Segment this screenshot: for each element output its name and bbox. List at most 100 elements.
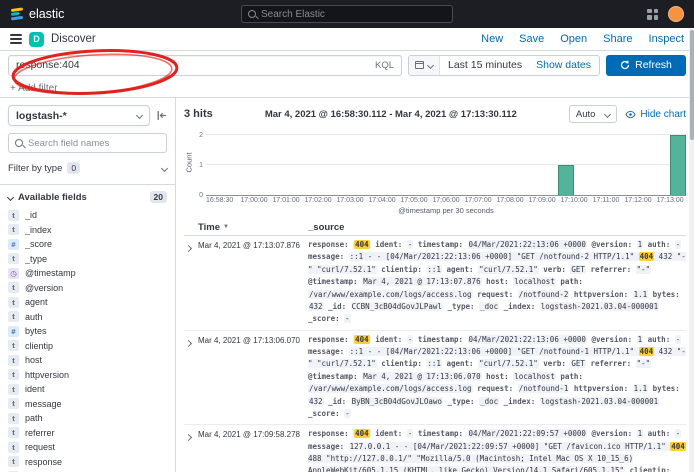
sort-desc-icon[interactable]: ▼ bbox=[223, 224, 229, 230]
available-fields-header[interactable]: Available fields 20 bbox=[8, 191, 167, 203]
field-type-icon: t bbox=[8, 224, 19, 235]
nav-link-inspect[interactable]: Inspect bbox=[649, 33, 684, 45]
field-type-icon: t bbox=[8, 340, 19, 351]
histogram-chart: Count 012 16:58:3017:00:0017:01:0017:02:… bbox=[184, 128, 686, 215]
table-row: Mar 4, 2021 @ 17:13:06.070response: 404 … bbox=[184, 331, 686, 426]
filter-bar: + Add filter bbox=[0, 79, 694, 98]
discover-app-icon[interactable]: D bbox=[29, 32, 44, 47]
histogram-bar[interactable] bbox=[670, 135, 686, 195]
field-type-icon: # bbox=[8, 326, 19, 337]
nav-link-save[interactable]: Save bbox=[519, 33, 544, 45]
field-item-referrer[interactable]: treferrer bbox=[8, 426, 167, 441]
hide-chart-button[interactable]: Hide chart bbox=[625, 109, 686, 120]
refresh-button[interactable]: Refresh bbox=[606, 55, 686, 76]
header-icons bbox=[647, 6, 684, 22]
available-fields-count-badge: 20 bbox=[150, 191, 167, 203]
user-avatar[interactable] bbox=[668, 6, 684, 22]
discover-main: 3 hits Mar 4, 2021 @ 16:58:30.112 - Mar … bbox=[176, 98, 694, 472]
column-header-source[interactable]: _source bbox=[308, 222, 686, 233]
chevron-down-icon bbox=[427, 61, 434, 68]
field-type-icon: t bbox=[8, 210, 19, 221]
show-dates-button[interactable]: Show dates bbox=[536, 59, 599, 71]
time-range-value[interactable]: Last 15 minutes bbox=[440, 59, 530, 71]
nav-link-new[interactable]: New bbox=[481, 33, 503, 45]
fields-sidebar: logstash-* Filter by type 0 Ava bbox=[0, 98, 176, 472]
nav-link-open[interactable]: Open bbox=[560, 33, 587, 45]
elastic-home-link[interactable]: elastic bbox=[10, 7, 64, 21]
field-item-request[interactable]: trequest bbox=[8, 440, 167, 455]
field-type-icon: t bbox=[8, 282, 19, 293]
field-type-icon: t bbox=[8, 297, 19, 308]
field-item-_type[interactable]: t_type bbox=[8, 252, 167, 267]
query-input[interactable] bbox=[16, 59, 369, 71]
nav-link-share[interactable]: Share bbox=[603, 33, 632, 45]
filter-by-type-toggle[interactable]: Filter by type 0 bbox=[8, 159, 167, 177]
field-item-response[interactable]: tresponse bbox=[8, 455, 167, 470]
table-row: Mar 4, 2021 @ 17:13:07.876response: 404 … bbox=[184, 236, 686, 331]
chart-x-ticks: 16:58:3017:00:0017:01:0017:02:0017:03:00… bbox=[206, 196, 686, 205]
field-item-ident[interactable]: tident bbox=[8, 382, 167, 397]
calendar-dropdown[interactable] bbox=[409, 56, 440, 75]
global-search-input[interactable] bbox=[261, 9, 446, 20]
field-item-clientip[interactable]: tclientip bbox=[8, 339, 167, 354]
field-item-@timestamp[interactable]: ◷@timestamp bbox=[8, 266, 167, 281]
field-item-message[interactable]: tmessage bbox=[8, 397, 167, 412]
field-search-input[interactable] bbox=[28, 138, 160, 149]
field-type-icon: t bbox=[8, 384, 19, 395]
field-type-icon: t bbox=[8, 398, 19, 409]
index-pattern-select[interactable]: logstash-* bbox=[8, 105, 150, 126]
chevron-down-icon bbox=[7, 193, 14, 200]
field-type-icon: t bbox=[8, 355, 19, 366]
field-item-httpversion[interactable]: thttpversion bbox=[8, 368, 167, 383]
action-links: New Save Open Share Inspect bbox=[481, 33, 684, 45]
global-search-box[interactable] bbox=[241, 5, 453, 23]
doc-timestamp: Mar 4, 2021 @ 17:13:06.070 bbox=[198, 334, 308, 345]
doc-source: response: 404 ident: - timestamp: 04/Mar… bbox=[308, 428, 686, 472]
query-input-box[interactable]: KQL bbox=[8, 55, 402, 76]
divider bbox=[0, 184, 175, 185]
histogram-bar[interactable] bbox=[558, 165, 574, 195]
search-icon bbox=[15, 139, 23, 147]
field-item-_score[interactable]: #_score bbox=[8, 237, 167, 252]
chart-time-range: Mar 4, 2021 @ 16:58:30.112 - Mar 4, 2021… bbox=[221, 109, 561, 120]
add-filter-button[interactable]: + Add filter bbox=[10, 83, 58, 94]
expand-doc-icon[interactable] bbox=[184, 428, 198, 443]
field-type-icon: t bbox=[8, 413, 19, 424]
field-item-auth[interactable]: tauth bbox=[8, 310, 167, 325]
field-item-@version[interactable]: t@version bbox=[8, 281, 167, 296]
field-item-_index[interactable]: t_index bbox=[8, 223, 167, 238]
calendar-icon bbox=[415, 61, 424, 69]
date-picker: Last 15 minutes Show dates bbox=[408, 55, 600, 76]
filter-type-count-badge: 0 bbox=[67, 162, 80, 174]
chevron-down-icon bbox=[136, 112, 143, 119]
field-item-path[interactable]: tpath bbox=[8, 411, 167, 426]
field-item-host[interactable]: thost bbox=[8, 353, 167, 368]
field-type-icon: t bbox=[8, 442, 19, 453]
field-type-icon: t bbox=[8, 456, 19, 467]
doc-source: response: 404 ident: - timestamp: 04/Mar… bbox=[308, 239, 686, 326]
y-axis-label: Count bbox=[185, 152, 194, 172]
global-header: elastic bbox=[0, 0, 694, 28]
field-item-bytes[interactable]: #bytes bbox=[8, 324, 167, 339]
field-item-_id[interactable]: t_id bbox=[8, 208, 167, 223]
scrollbar[interactable] bbox=[689, 28, 694, 472]
menu-hamburger-icon[interactable] bbox=[10, 34, 22, 44]
expand-doc-icon[interactable] bbox=[184, 239, 198, 254]
field-type-icon: ◷ bbox=[8, 268, 19, 279]
chart-y-ticks: 012 bbox=[194, 128, 206, 196]
interval-select[interactable]: Auto bbox=[569, 105, 618, 123]
scrollbar-thumb[interactable] bbox=[690, 30, 694, 140]
collapse-sidebar-icon[interactable] bbox=[156, 110, 167, 121]
kql-language-button[interactable]: KQL bbox=[369, 60, 394, 71]
content-area: logstash-* Filter by type 0 Ava bbox=[0, 98, 694, 472]
column-header-time[interactable]: Time ▼ bbox=[198, 222, 308, 233]
brand-wordmark: elastic bbox=[29, 7, 64, 21]
field-item-agent[interactable]: tagent bbox=[8, 295, 167, 310]
search-icon bbox=[248, 10, 256, 18]
field-type-icon: t bbox=[8, 427, 19, 438]
apps-grid-icon[interactable] bbox=[647, 9, 658, 20]
hits-count: 3 hits bbox=[184, 108, 213, 120]
expand-doc-icon[interactable] bbox=[184, 334, 198, 349]
field-search-box[interactable] bbox=[8, 133, 167, 153]
field-type-icon: t bbox=[8, 369, 19, 380]
